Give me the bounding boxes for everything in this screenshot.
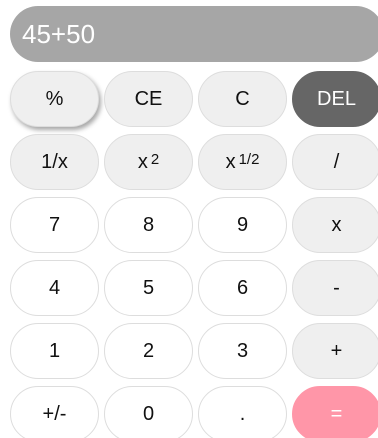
key-label: C: [235, 87, 250, 110]
calculator: 45+50 % CE C DEL 1/x x 2 x 1/2/7 8 9 x 4 5 6-1 2 3 + +/- 0.…: [0, 0, 378, 438]
delete-button[interactable]: DEL: [292, 71, 378, 127]
key-label: 1/x: [41, 150, 68, 173]
divide-button[interactable]: /: [292, 134, 378, 190]
key-label: 6: [236, 276, 249, 299]
square-root-button[interactable]: x 1/2: [198, 134, 287, 190]
clear-button[interactable]: C: [198, 71, 287, 127]
calculator-display: 45+50: [10, 6, 378, 62]
square-button[interactable]: x2: [104, 134, 193, 190]
equals-button[interactable]: =: [292, 386, 378, 438]
keypad: % CE C DEL 1/x x 2 x 1/2/7 8 9 x 4 5 6-1 2 3 + +/- 0. =: [10, 71, 378, 438]
digit-1-button[interactable]: 1: [10, 323, 99, 379]
digit-9-button[interactable]: 9: [198, 197, 287, 253]
key-exponent: 2: [150, 150, 160, 168]
key-label: x: [331, 213, 342, 236]
key-label: -: [333, 276, 340, 299]
key-label: x: [225, 150, 236, 173]
display-value: 45+50: [22, 18, 96, 49]
clear-entry-button[interactable]: CE: [104, 71, 193, 127]
subtract-button[interactable]: -: [292, 260, 378, 316]
key-label: 3: [236, 339, 249, 362]
add-button[interactable]: +: [292, 323, 378, 379]
key-label: 2: [142, 339, 155, 362]
key-label: 4: [48, 276, 61, 299]
key-label: %: [45, 87, 64, 110]
key-label: DEL: [317, 87, 356, 110]
key-label: 0: [142, 402, 155, 425]
digit-3-button[interactable]: 3: [198, 323, 287, 379]
key-label: +/-: [42, 402, 67, 425]
key-label: 5: [142, 276, 155, 299]
key-label: 1: [48, 339, 61, 362]
key-exponent: 1/2: [238, 150, 260, 168]
key-label: +: [330, 339, 343, 362]
key-label: x: [137, 150, 148, 173]
key-label: CE: [134, 87, 163, 110]
key-label: =: [330, 402, 343, 425]
key-label: 8: [142, 213, 155, 236]
digit-6-button[interactable]: 6: [198, 260, 287, 316]
digit-4-button[interactable]: 4: [10, 260, 99, 316]
digit-7-button[interactable]: 7: [10, 197, 99, 253]
digit-2-button[interactable]: 2: [104, 323, 193, 379]
negate-button[interactable]: +/-: [10, 386, 99, 438]
multiply-button[interactable]: x: [292, 197, 378, 253]
digit-8-button[interactable]: 8: [104, 197, 193, 253]
percent-button[interactable]: %: [10, 71, 99, 127]
decimal-button[interactable]: .: [198, 386, 287, 438]
key-label: 9: [236, 213, 249, 236]
key-label: 7: [48, 213, 61, 236]
key-label: /: [333, 150, 340, 173]
reciprocal-button[interactable]: 1/x: [10, 134, 99, 190]
digit-5-button[interactable]: 5: [104, 260, 193, 316]
key-label: .: [239, 402, 246, 425]
digit-0-button[interactable]: 0: [104, 386, 193, 438]
